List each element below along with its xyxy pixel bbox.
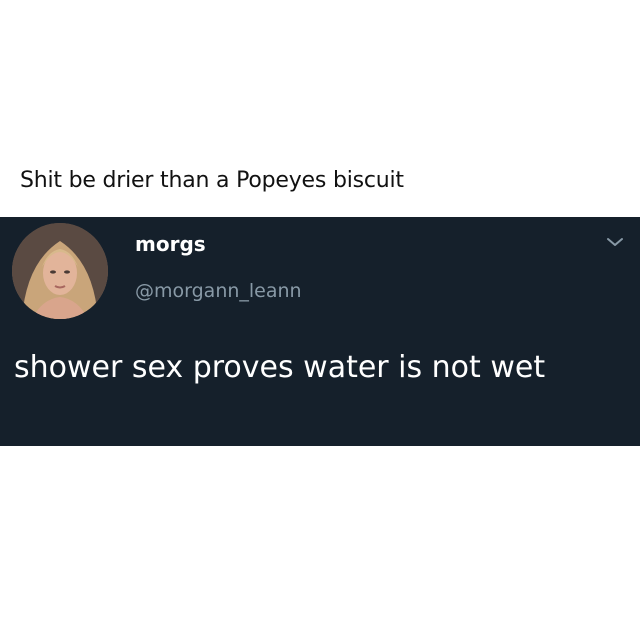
user-handle[interactable]: @morgann_leann — [135, 280, 302, 302]
tweet-text: shower sex proves water is not wet — [14, 350, 546, 385]
avatar-portrait — [12, 223, 108, 319]
tweet-card: morgs @morgann_leann shower sex proves w… — [0, 217, 640, 446]
display-name[interactable]: morgs — [135, 232, 206, 256]
post-caption: Shit be drier than a Popeyes biscuit — [20, 168, 404, 193]
chevron-down-icon[interactable] — [606, 235, 624, 247]
avatar[interactable] — [12, 223, 108, 319]
